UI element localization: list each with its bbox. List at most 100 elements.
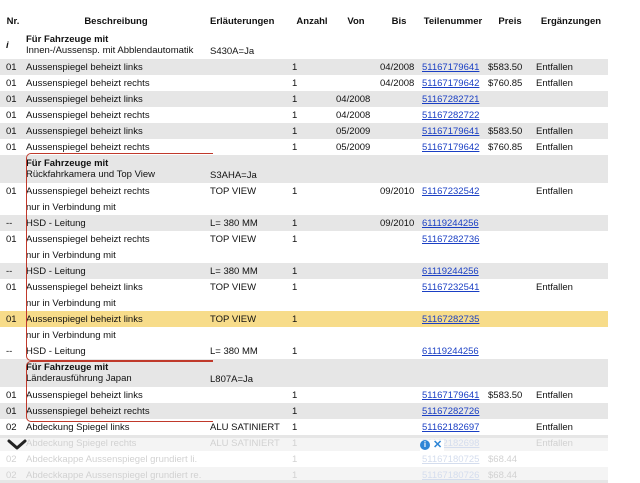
part-number-link[interactable]: 51167232542 — [422, 186, 479, 197]
cell-nr: 01 — [0, 139, 24, 155]
cell-desc: Aussenspiegel beheizt links — [24, 59, 208, 75]
cell-von — [334, 183, 378, 199]
cell-erl — [208, 75, 290, 91]
cell-anz: 1 — [290, 215, 334, 231]
part-number-cell: 51167179641 — [420, 59, 486, 75]
cell-von: 05/2009 — [334, 123, 378, 139]
bottom-overlay — [0, 438, 640, 480]
part-number-link[interactable]: 51167179641 — [422, 62, 479, 73]
part-number-link[interactable]: 51167282736 — [422, 234, 479, 245]
group-subtitle: Rückfahrkamera und Top View — [26, 169, 156, 180]
cell-price — [486, 311, 534, 327]
cell-von — [334, 199, 378, 215]
cell-nr — [0, 199, 24, 215]
cell-erg — [534, 215, 608, 231]
part-number-link[interactable]: 51167179641 — [422, 390, 479, 401]
cell-anz: 1 — [290, 387, 334, 403]
header-bis: Bis — [391, 15, 407, 27]
part-number-link[interactable]: 51167282726 — [422, 406, 479, 417]
cell-erl — [208, 91, 290, 107]
cell-von — [334, 231, 378, 247]
group-note: L807A=Ja — [208, 359, 290, 387]
cell-bis: 04/2008 — [378, 75, 420, 91]
part-number-link[interactable]: 51162182697 — [422, 422, 479, 433]
part-number-link[interactable]: 51167179642 — [422, 78, 479, 89]
table-row: nur in Verbindung mit — [0, 327, 608, 343]
part-number-cell: 51167282736 — [420, 231, 486, 247]
cell-von — [334, 215, 378, 231]
part-number-link[interactable]: 51167282735 — [422, 314, 479, 325]
table-row: 01 Aussenspiegel beheizt links 1 04/2008 511… — [0, 59, 608, 75]
part-number-link[interactable]: 51167179642 — [422, 142, 479, 153]
table-row: 01 Aussenspiegel beheizt links TOP VIEW 1 51… — [0, 311, 608, 327]
cell-nr: -- — [0, 343, 24, 359]
cell-bis — [378, 419, 420, 435]
cell-erg — [534, 107, 608, 123]
part-number-cell — [420, 199, 486, 215]
part-number-cell: 61119244256 — [420, 263, 486, 279]
cell-erg — [534, 311, 608, 327]
cell-anz: 1 — [290, 403, 334, 419]
cell-erl: TOP VIEW — [208, 279, 290, 295]
cell-nr: 01 — [0, 183, 24, 199]
table-row: 01 Aussenspiegel beheizt links TOP VIEW 1 51… — [0, 279, 608, 295]
cell-erg — [534, 247, 608, 263]
cell-bis — [378, 403, 420, 419]
cell-bis — [378, 91, 420, 107]
header-teilenummer: Teilenummer — [423, 15, 483, 27]
cell-erg — [534, 231, 608, 247]
table-row: nur in Verbindung mit — [0, 247, 608, 263]
cell-desc: nur in Verbindung mit — [24, 327, 208, 343]
cell-bis — [378, 199, 420, 215]
table-row: nur in Verbindung mit — [0, 295, 608, 311]
part-number-link[interactable]: 51167282721 — [422, 94, 479, 105]
cell-nr — [0, 327, 24, 343]
table-row: -- HSD - Leitung L= 380 MM 1 61119244256 — [0, 343, 608, 359]
header-beschreibung: Beschreibung — [84, 15, 148, 27]
cell-anz: 1 — [290, 75, 334, 91]
table-header-row: Nr. Beschreibung Erläuterungen Anzahl Vo… — [0, 11, 608, 31]
cell-von — [334, 311, 378, 327]
cell-von: 05/2009 — [334, 139, 378, 155]
table-row: nur in Verbindung mit — [0, 199, 608, 215]
cell-bis: 09/2010 — [378, 183, 420, 199]
cell-erl — [208, 107, 290, 123]
cell-bis — [378, 279, 420, 295]
part-number-link[interactable]: 51167232541 — [422, 282, 479, 293]
cell-price — [486, 403, 534, 419]
part-number-link[interactable]: 51167179641 — [422, 126, 479, 137]
cell-bis — [378, 139, 420, 155]
ad-choices[interactable]: i ✕ — [420, 439, 444, 452]
cell-erg — [534, 327, 608, 343]
part-number-link[interactable]: 51167282722 — [422, 110, 479, 121]
cell-desc: nur in Verbindung mit — [24, 247, 208, 263]
cell-desc: Aussenspiegel beheizt links — [24, 311, 208, 327]
part-number-link[interactable]: 61119244256 — [422, 218, 479, 229]
part-number-cell: 51167282726 — [420, 403, 486, 419]
cell-von — [334, 403, 378, 419]
cell-von — [334, 295, 378, 311]
ad-close-icon[interactable]: ✕ — [433, 439, 442, 451]
cell-price — [486, 419, 534, 435]
chevron-down-icon[interactable] — [6, 437, 28, 453]
cell-bis — [378, 387, 420, 403]
cell-bis: 09/2010 — [378, 215, 420, 231]
table-row: 01 Aussenspiegel beheizt rechts 1 04/2008 51… — [0, 75, 608, 91]
cell-erl — [208, 139, 290, 155]
header-anzahl: Anzahl — [296, 15, 328, 27]
part-number-cell — [420, 247, 486, 263]
cell-nr: 01 — [0, 75, 24, 91]
part-number-link[interactable]: 61119244256 — [422, 346, 479, 357]
cell-von — [334, 279, 378, 295]
cell-price — [486, 91, 534, 107]
group-note: S3AHA=Ja — [208, 155, 290, 183]
part-number-link[interactable]: 61119244256 — [422, 266, 479, 277]
ad-info-icon[interactable]: i — [420, 440, 430, 450]
cell-price — [486, 199, 534, 215]
cell-anz — [290, 247, 334, 263]
cell-bis — [378, 343, 420, 359]
part-number-cell: 51162182697 — [420, 419, 486, 435]
cell-erl: L= 380 MM — [208, 263, 290, 279]
cell-erg — [534, 403, 608, 419]
cell-price — [486, 215, 534, 231]
